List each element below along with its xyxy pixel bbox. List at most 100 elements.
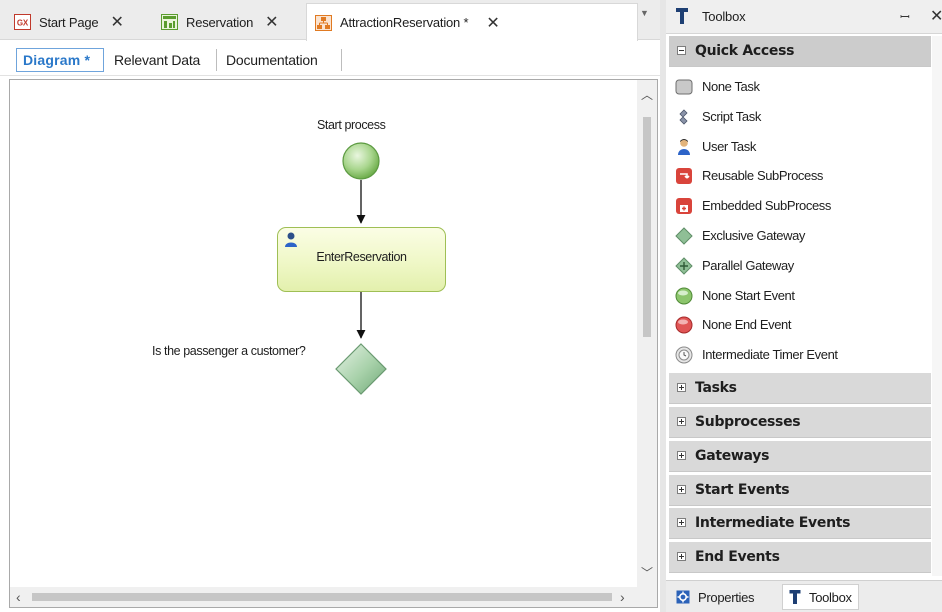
item-label: Exclusive Gateway [702, 228, 806, 243]
user-task[interactable]: EnterReservation [277, 227, 446, 292]
section-label: Subprocesses [695, 414, 801, 430]
panel-tab-bar: Properties Toolbox [666, 580, 942, 612]
tab-label: Start Page [39, 14, 99, 30]
expand-icon[interactable] [677, 485, 686, 494]
toolbox-title: Toolbox [702, 9, 746, 24]
pin-icon[interactable]: ꟷ [900, 8, 910, 25]
section-label: Tasks [695, 380, 737, 396]
gateway-label: Is the passenger a customer? [152, 344, 306, 358]
svg-text:GX: GX [17, 19, 29, 28]
tab-label: Documentation [226, 52, 318, 68]
timer-event-icon [675, 346, 693, 364]
item-label: Embedded SubProcess [702, 198, 831, 214]
chevron-down-icon[interactable]: ﹀ [641, 564, 653, 581]
document-area: GX Start Page ✕ Reservation ✕ Attraction… [0, 0, 660, 612]
toolbox-item-intermediate-timer-event[interactable]: Intermediate Timer Event [669, 340, 931, 370]
vertical-scrollbar[interactable]: ︿ ﹀ [637, 80, 657, 587]
properties-icon [676, 590, 690, 604]
tab-label: AttractionReservation * [340, 15, 469, 30]
tab-divider [216, 49, 217, 71]
tab-attraction-reservation[interactable]: AttractionReservation * ✕ [306, 3, 638, 41]
item-label: Parallel Gateway [702, 257, 794, 273]
toolbox-item-reusable-subprocess[interactable]: Reusable SubProcess [669, 161, 931, 191]
exclusive-gateway[interactable] [335, 343, 387, 395]
item-label: Script Task [702, 108, 761, 124]
toolbox-item-script-task[interactable]: Script Task [669, 102, 931, 132]
section-label: Quick Access [695, 43, 795, 59]
item-label: None Start Event [702, 287, 795, 303]
task-label: EnterReservation [316, 250, 407, 264]
toolbox-item-embedded-subprocess[interactable]: Embedded SubProcess [669, 191, 931, 221]
section-start-events[interactable]: Start Events [669, 475, 931, 506]
gx-logo-icon: GX [14, 14, 31, 30]
reusable-subprocess-icon [676, 168, 692, 185]
document-tab-bar: GX Start Page ✕ Reservation ✕ Attraction… [0, 0, 660, 41]
tab-documentation[interactable]: Documentation [220, 48, 324, 72]
toolbox-icon [789, 590, 801, 604]
tab-start-page[interactable]: GX Start Page ✕ [6, 4, 132, 40]
section-quick-access[interactable]: Quick Access [669, 36, 931, 67]
expand-icon[interactable] [677, 417, 686, 426]
toolbox-item-none-start-event[interactable]: None Start Event [669, 281, 931, 311]
tab-relevant-data[interactable]: Relevant Data [108, 48, 206, 72]
section-subprocesses[interactable]: Subprocesses [669, 407, 931, 438]
section-label: Intermediate Events [695, 515, 851, 531]
toolbox-scrollbar[interactable] [932, 36, 942, 576]
close-icon[interactable]: ✕ [930, 6, 942, 26]
end-event-icon [675, 316, 693, 334]
start-event-icon [675, 287, 693, 305]
toolbox-item-none-end-event[interactable]: None End Event [669, 310, 931, 340]
toolbox-panel: Toolbox ꟷ ✕ Quick Access None Task Scrip… [666, 0, 942, 612]
view-tab-bar: Diagram * Relevant Data Documentation [0, 41, 660, 76]
toolbox-icon [676, 8, 688, 24]
user-task-icon [678, 138, 690, 155]
item-label: Reusable SubProcess [702, 168, 824, 184]
chevron-down-icon[interactable]: ▼ [640, 8, 649, 18]
item-label: None End Event [702, 317, 792, 333]
toolbox-item-user-task[interactable]: User Task [669, 132, 931, 162]
section-end-events[interactable]: End Events [669, 542, 931, 573]
tab-diagram[interactable]: Diagram * [16, 48, 104, 72]
script-task-icon [679, 109, 688, 125]
scrollbar-thumb[interactable] [643, 117, 651, 337]
chevron-right-icon[interactable]: › [620, 589, 625, 605]
tab-label: Relevant Data [114, 52, 201, 68]
section-label: End Events [695, 549, 780, 565]
transaction-icon [161, 14, 178, 30]
tab-label: Diagram * [23, 52, 91, 68]
close-icon[interactable]: ✕ [110, 12, 123, 32]
collapse-icon[interactable] [677, 46, 686, 55]
section-tasks[interactable]: Tasks [669, 373, 931, 404]
section-label: Start Events [695, 482, 790, 498]
start-event[interactable] [342, 142, 380, 180]
exclusive-gateway-icon [675, 227, 693, 245]
expand-icon[interactable] [677, 451, 686, 460]
section-label: Gateways [695, 448, 770, 464]
item-label: User Task [702, 138, 756, 154]
parallel-gateway-icon [675, 257, 693, 275]
expand-icon[interactable] [677, 383, 686, 392]
diagram-connectors [335, 142, 387, 395]
tab-toolbox[interactable]: Toolbox [782, 584, 859, 610]
expand-icon[interactable] [677, 552, 686, 561]
horizontal-scrollbar[interactable]: ‹ › [10, 587, 657, 607]
tab-label: Reservation [186, 14, 254, 30]
toolbox-item-exclusive-gateway[interactable]: Exclusive Gateway [669, 221, 931, 251]
expand-icon[interactable] [677, 518, 686, 527]
close-icon[interactable]: ✕ [265, 12, 278, 32]
tab-properties[interactable]: Properties [670, 584, 760, 610]
section-intermediate-events[interactable]: Intermediate Events [669, 508, 931, 539]
close-icon[interactable]: ✕ [486, 13, 499, 33]
section-gateways[interactable]: Gateways [669, 441, 931, 472]
chevron-left-icon[interactable]: ‹ [16, 589, 21, 605]
tab-label: Toolbox [809, 589, 852, 605]
scrollbar-thumb[interactable] [32, 593, 612, 601]
tab-divider [341, 49, 342, 71]
item-label: Intermediate Timer Event [702, 347, 838, 363]
tab-reservation[interactable]: Reservation ✕ [153, 4, 286, 40]
diagram-canvas[interactable]: Start process EnterReservation Is the pa… [9, 79, 658, 608]
chevron-up-icon[interactable]: ︿ [641, 86, 653, 103]
business-process-icon [315, 14, 332, 31]
toolbox-item-none-task[interactable]: None Task [669, 72, 931, 102]
toolbox-item-parallel-gateway[interactable]: Parallel Gateway [669, 251, 931, 281]
